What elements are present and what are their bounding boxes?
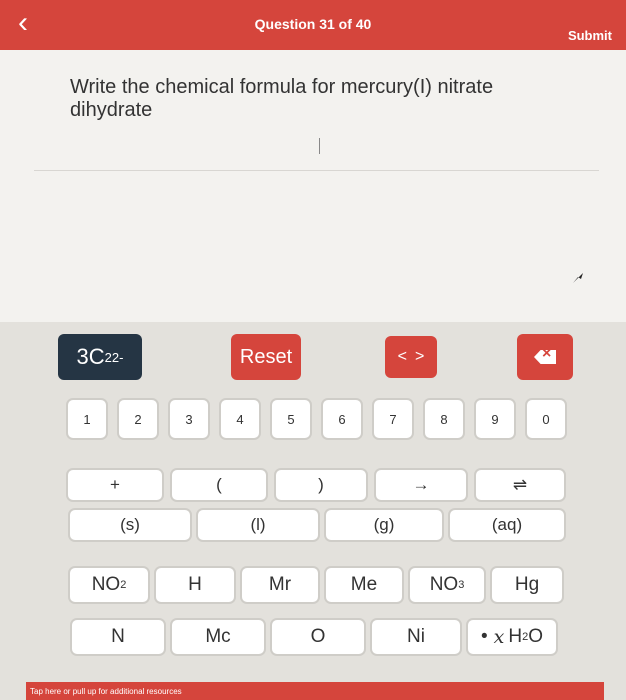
header-bar: ‹ Question 31 of 40 Submit	[0, 0, 626, 50]
delete-button[interactable]	[517, 334, 573, 380]
key-mr[interactable]: Mr	[240, 566, 320, 604]
cursor-nav-button[interactable]: < >	[385, 336, 437, 378]
key-plus[interactable]: +	[66, 468, 164, 502]
no2-base: NO	[91, 574, 121, 595]
mouse-pointer-icon	[573, 273, 583, 283]
key-5[interactable]: 5	[270, 398, 312, 440]
hydrate-h: H	[508, 626, 523, 647]
key-o[interactable]: O	[270, 618, 366, 656]
reset-button[interactable]: Reset	[231, 334, 301, 380]
resources-drawer-handle[interactable]: Tap here or pull up for additional resou…	[26, 682, 604, 700]
key-ni[interactable]: Ni	[370, 618, 462, 656]
no3-base: NO	[429, 574, 459, 595]
key-mc[interactable]: Mc	[170, 618, 266, 656]
submit-button[interactable]: Submit	[568, 28, 612, 43]
nav-right-icon[interactable]: >	[415, 348, 424, 366]
question-counter: Question 31 of 40	[254, 16, 372, 32]
key-1[interactable]: 1	[66, 398, 108, 440]
formula-symbol: C	[88, 344, 105, 369]
no2-subscript: 2	[120, 579, 127, 591]
formula-coefficient: 3	[76, 344, 89, 369]
key-3[interactable]: 3	[168, 398, 210, 440]
key-hydrate[interactable]: • x H 2 O	[466, 618, 558, 656]
key-state-gas[interactable]: (g)	[324, 508, 444, 542]
hydrate-dot: •	[480, 626, 488, 647]
key-h[interactable]: H	[154, 566, 236, 604]
key-9[interactable]: 9	[474, 398, 516, 440]
key-yield-arrow[interactable]: →	[374, 468, 468, 502]
hydrate-o: O	[528, 626, 543, 647]
formula-keypad: 3C22- Reset < > 1 2 3 4 5 6 7 8 9 0 + ( …	[0, 322, 626, 700]
answer-input-area[interactable]	[34, 110, 599, 171]
key-2[interactable]: 2	[117, 398, 159, 440]
key-close-paren[interactable]: )	[274, 468, 368, 502]
text-cursor	[319, 138, 320, 154]
backspace-icon	[534, 350, 556, 364]
key-4[interactable]: 4	[219, 398, 261, 440]
key-me[interactable]: Me	[324, 566, 404, 604]
key-no3[interactable]: NO 3	[408, 566, 486, 604]
formula-preview: 3 C 2 2-	[58, 334, 142, 380]
key-0[interactable]: 0	[525, 398, 567, 440]
nav-left-icon[interactable]: <	[398, 348, 407, 366]
key-open-paren[interactable]: (	[170, 468, 268, 502]
key-equilibrium-arrow[interactable]: ⇌	[474, 468, 566, 502]
formula-subscript: 2	[104, 349, 112, 365]
key-state-liquid[interactable]: (l)	[196, 508, 320, 542]
key-7[interactable]: 7	[372, 398, 414, 440]
key-state-aqueous[interactable]: (aq)	[448, 508, 566, 542]
key-hg[interactable]: Hg	[490, 566, 564, 604]
hydrate-x: x	[493, 626, 505, 648]
key-6[interactable]: 6	[321, 398, 363, 440]
key-no2[interactable]: NO 2	[68, 566, 150, 604]
question-panel: Write the chemical formula for mercury(I…	[0, 50, 626, 322]
key-state-solid[interactable]: (s)	[68, 508, 192, 542]
key-8[interactable]: 8	[423, 398, 465, 440]
key-n[interactable]: N	[70, 618, 166, 656]
formula-superscript: 2-	[111, 349, 124, 365]
no3-subscript: 3	[458, 579, 465, 591]
